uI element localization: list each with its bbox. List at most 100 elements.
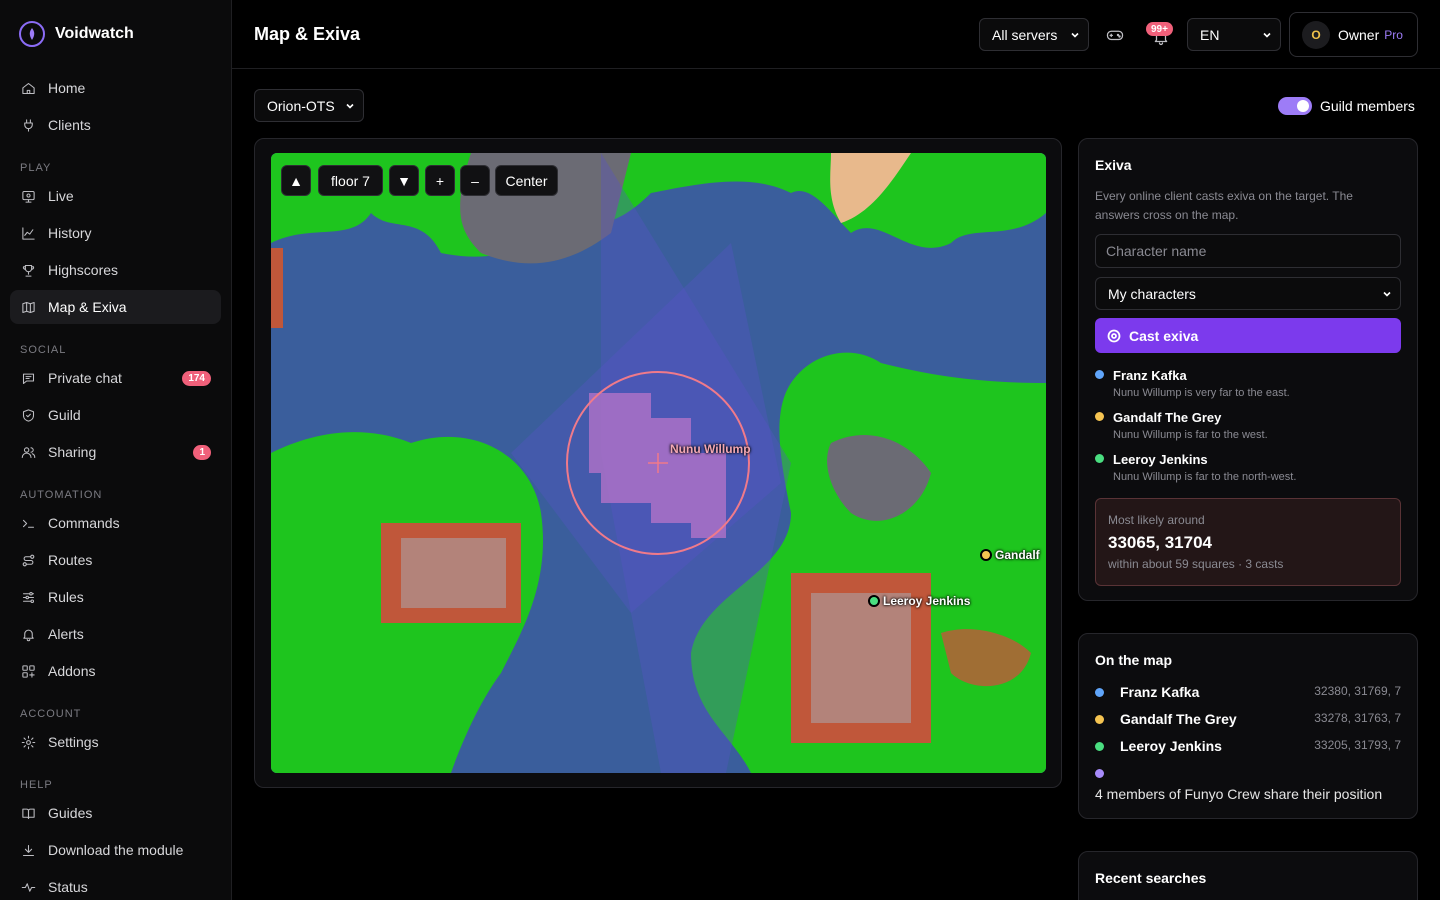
member-row[interactable]: Gandalf The Grey 33278, 31763, 7 bbox=[1095, 711, 1401, 731]
floor-indicator: floor 7 bbox=[318, 165, 383, 196]
gamepad-icon[interactable] bbox=[1104, 24, 1126, 46]
avatar: O bbox=[1302, 20, 1330, 49]
users-icon bbox=[21, 446, 36, 458]
member-row[interactable]: Leeroy Jenkins 33205, 31793, 7 bbox=[1095, 738, 1401, 758]
sidebar-item-addons[interactable]: Addons bbox=[10, 654, 221, 688]
pulse-icon bbox=[21, 882, 36, 892]
sidebar-item-label: Guides bbox=[48, 805, 93, 821]
member-row[interactable] bbox=[1095, 765, 1401, 785]
member-coords: 33278, 31763, 7 bbox=[1314, 711, 1401, 725]
sidebar-item-highscores[interactable]: Highscores bbox=[10, 253, 221, 287]
home-icon bbox=[22, 82, 35, 94]
monitor-icon bbox=[22, 190, 35, 203]
member-dot bbox=[1095, 742, 1104, 751]
voidwatch-logo-icon bbox=[19, 21, 45, 47]
language-select[interactable]: EN bbox=[1187, 18, 1281, 51]
app-root: Voidwatch Home Clients PLAY Live History High… bbox=[0, 0, 1440, 900]
chevron-down-icon bbox=[1071, 32, 1079, 38]
share-text: 4 members of Funyo Crew share their posi… bbox=[1095, 786, 1383, 802]
sidebar-item-label: Alerts bbox=[48, 626, 84, 642]
east-town-streets bbox=[811, 593, 911, 723]
sliders-icon bbox=[22, 591, 35, 603]
status-dot bbox=[1095, 370, 1104, 379]
guild-members-toggle[interactable] bbox=[1278, 97, 1312, 115]
recent-searches-card: Recent searches bbox=[1078, 851, 1418, 900]
sidebar-item-label: Private chat bbox=[48, 370, 122, 386]
center-button[interactable]: Center bbox=[495, 165, 558, 196]
page-title: Map & Exiva bbox=[254, 24, 361, 44]
leeroy-marker[interactable] bbox=[868, 595, 880, 607]
sidebar-item-map[interactable]: Map & Exiva bbox=[10, 290, 221, 324]
user-menu[interactable]: O Owner Pro bbox=[1289, 12, 1418, 57]
sidebar-item-settings[interactable]: Settings bbox=[10, 725, 221, 759]
sidebar-item-label: Guild bbox=[48, 407, 81, 423]
server-filter-select[interactable]: All servers bbox=[979, 18, 1089, 51]
chevron-down-icon bbox=[346, 103, 354, 109]
gandalf-marker[interactable] bbox=[980, 549, 992, 561]
sidebar-item-label: Highscores bbox=[48, 262, 119, 278]
zoom-in-button[interactable]: + bbox=[425, 165, 455, 196]
server-filter-value: All servers bbox=[992, 26, 1058, 43]
sidebar-item-download[interactable]: Download the module bbox=[10, 833, 221, 867]
sidebar-item-label: Home bbox=[48, 80, 86, 96]
sidebar-item-home[interactable]: Home bbox=[10, 71, 221, 105]
server-value: Orion-OTS bbox=[267, 97, 335, 114]
sidebar-nav: Home Clients PLAY Live History Highscores Map … bbox=[10, 71, 221, 900]
member-dot bbox=[1095, 715, 1104, 724]
likely-detail: within about 59 squares · 3 casts bbox=[1108, 557, 1284, 571]
brand[interactable]: Voidwatch bbox=[19, 21, 134, 47]
chat-icon bbox=[22, 373, 35, 384]
sidebar-item-alerts[interactable]: Alerts bbox=[10, 617, 221, 651]
answer-text: Nunu Willump is very far to the east. bbox=[1113, 387, 1290, 399]
sidebar-item-label: Sharing bbox=[48, 444, 97, 460]
chevron-down-icon bbox=[1383, 291, 1391, 297]
sidebar-item-guides[interactable]: Guides bbox=[10, 796, 221, 830]
exiva-description: Every online client casts exiva on the t… bbox=[1095, 189, 1353, 222]
member-row[interactable]: Franz Kafka 32380, 31769, 7 bbox=[1095, 684, 1401, 704]
answer-text: Nunu Willump is far to the west. bbox=[1113, 429, 1268, 441]
status-dot bbox=[1095, 454, 1104, 463]
member-coords: 32380, 31769, 7 bbox=[1314, 684, 1401, 698]
nav-section-account: ACCOUNT bbox=[20, 708, 82, 720]
book-icon bbox=[22, 808, 35, 819]
sidebar-item-label: Routes bbox=[48, 552, 93, 568]
sidebar-item-rules[interactable]: Rules bbox=[10, 580, 221, 614]
sidebar-item-label: Addons bbox=[48, 663, 96, 679]
nav-section-automation: AUTOMATION bbox=[20, 489, 103, 501]
floor-up-button[interactable]: ▲ bbox=[281, 165, 311, 196]
answer-caster: Leeroy Jenkins bbox=[1113, 452, 1208, 467]
sidebar-item-clients[interactable]: Clients bbox=[10, 108, 221, 142]
guild-members-label: Guild members bbox=[1320, 98, 1415, 114]
top-bar: Map & Exiva All servers 99+ EN O Owner P… bbox=[232, 0, 1440, 69]
server-select[interactable]: Orion-OTS bbox=[254, 89, 364, 122]
member-name: Leeroy Jenkins bbox=[1120, 738, 1222, 754]
target-icon bbox=[1107, 329, 1121, 342]
world-map[interactable]: ▲ floor 7 ▼ + – Center Nunu Willump Gand… bbox=[271, 153, 1046, 773]
cast-exiva-button[interactable]: Cast exiva bbox=[1095, 318, 1401, 353]
likely-label: Most likely around bbox=[1108, 513, 1205, 527]
sidebar-item-live[interactable]: Live bbox=[10, 179, 221, 213]
sidebar: Voidwatch Home Clients PLAY Live History High… bbox=[0, 0, 232, 900]
sidebar-item-private-chat[interactable]: Private chat 174 bbox=[10, 361, 221, 395]
sidebar-item-commands[interactable]: Commands bbox=[10, 506, 221, 540]
sidebar-item-status[interactable]: Status bbox=[10, 870, 221, 900]
caster-select[interactable]: My characters bbox=[1095, 277, 1401, 310]
sidebar-item-label: Download the module bbox=[48, 842, 184, 858]
map-icon bbox=[22, 301, 35, 313]
sidebar-item-guild[interactable]: Guild bbox=[10, 398, 221, 432]
plug-icon bbox=[24, 118, 33, 132]
on-the-map-card: On the map Franz Kafka 32380, 31769, 7 Gan… bbox=[1078, 633, 1418, 819]
map-canvas[interactable] bbox=[271, 153, 1046, 773]
sidebar-item-history[interactable]: History bbox=[10, 216, 221, 250]
sidebar-item-routes[interactable]: Routes bbox=[10, 543, 221, 577]
member-dot bbox=[1095, 688, 1104, 697]
sidebar-item-sharing[interactable]: Sharing 1 bbox=[10, 435, 221, 469]
likely-coords: 33065, 31704 bbox=[1108, 533, 1212, 552]
cast-exiva-label: Cast exiva bbox=[1129, 327, 1199, 344]
floor-down-button[interactable]: ▼ bbox=[389, 165, 419, 196]
character-name-input[interactable]: Character name bbox=[1095, 234, 1401, 268]
nav-section-social: SOCIAL bbox=[20, 344, 67, 356]
notification-badge: 99+ bbox=[1146, 22, 1173, 36]
language-value: EN bbox=[1200, 26, 1220, 43]
zoom-out-button[interactable]: – bbox=[460, 165, 490, 196]
